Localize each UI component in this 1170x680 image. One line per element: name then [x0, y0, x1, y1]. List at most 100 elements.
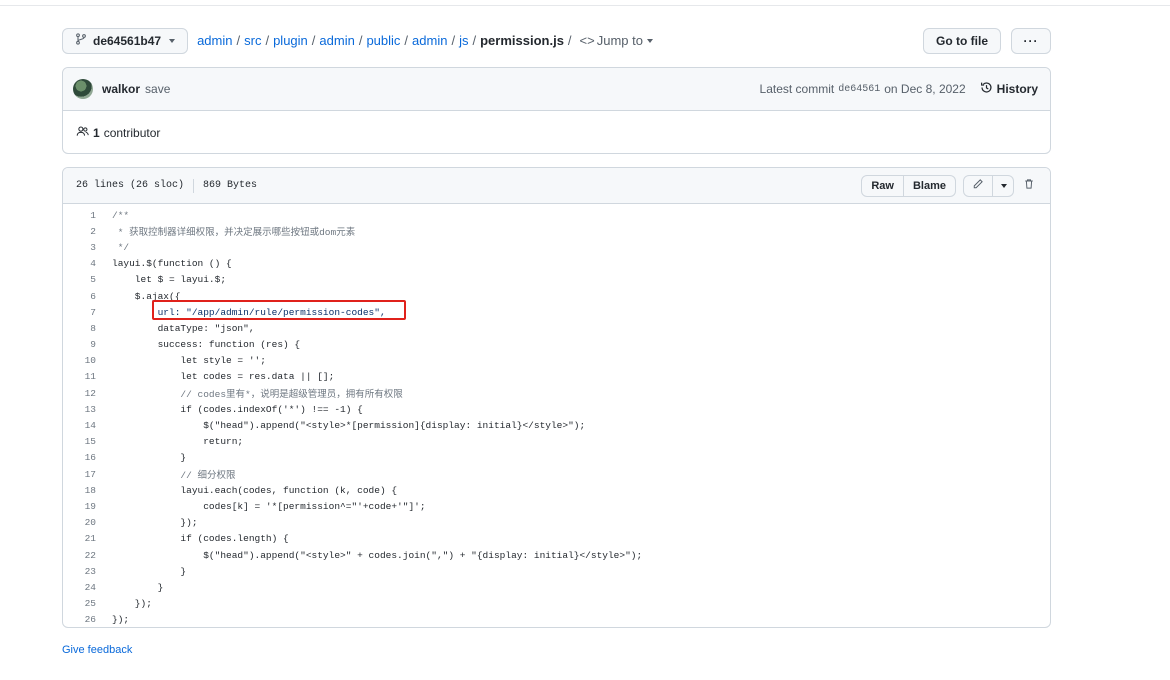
give-feedback-link[interactable]: Give feedback	[62, 644, 132, 656]
line-text: if (codes.length) {	[112, 533, 289, 545]
line-number[interactable]: 14	[63, 420, 96, 431]
line-number[interactable]: 12	[63, 388, 96, 399]
file-header: 26 lines (26 sloc) 869 Bytes Raw Blame	[63, 168, 1050, 204]
code-line: 19 codes[k] = '*[permission^="'+code+'"]…	[63, 498, 1050, 514]
line-text: // 细分权限	[112, 470, 236, 482]
line-number[interactable]: 17	[63, 469, 96, 480]
code-line: 1 /**	[63, 207, 1050, 223]
line-number[interactable]: 24	[63, 582, 96, 593]
line-text: }	[112, 452, 187, 464]
breadcrumb-link-js[interactable]: js	[459, 33, 468, 48]
code-line: 26});	[63, 612, 1050, 627]
line-number[interactable]: 18	[63, 485, 96, 496]
code-line: 15 return;	[63, 434, 1050, 450]
line-number[interactable]: 5	[63, 274, 96, 285]
latest-commit-row: walkor save Latest commit de64561 on Dec…	[63, 68, 1050, 111]
line-text: * 获取控制器详细权限，并决定展示哪些按钮或dom元素	[112, 227, 356, 239]
go-to-file-button[interactable]: Go to file	[923, 27, 1001, 54]
line-text: }	[112, 581, 164, 593]
breadcrumb-separator: /	[451, 33, 456, 48]
line-number[interactable]: 6	[63, 291, 96, 302]
line-number[interactable]: 25	[63, 598, 96, 609]
raw-blame-group: Raw Blame	[861, 174, 956, 197]
line-text: success: function (res) {	[112, 339, 301, 351]
line-text: codes[k] = '*[permission^="'+code+'"]';	[112, 500, 426, 512]
code-line: 21 if (codes.length) {	[63, 531, 1050, 547]
breadcrumb-link-plugin[interactable]: plugin	[273, 33, 308, 48]
line-number[interactable]: 15	[63, 436, 96, 447]
chevron-down-icon	[646, 38, 653, 43]
jump-to-label: Jump to	[596, 33, 643, 48]
line-text: $("head").append("<style>*[permission]{d…	[112, 420, 586, 432]
line-text: let style = '';	[112, 355, 266, 367]
code-line: 16 }	[63, 450, 1050, 466]
file-line-count: 26 lines (26 sloc)	[76, 180, 185, 191]
latest-commit-label: Latest commit	[759, 82, 835, 96]
breadcrumb-separator: /	[236, 33, 241, 48]
line-text: // codes里有*，说明是超级管理员，拥有所有权限	[112, 389, 403, 401]
line-number[interactable]: 23	[63, 566, 96, 577]
breadcrumb-link-public[interactable]: public	[366, 33, 400, 48]
line-number[interactable]: 13	[63, 404, 96, 415]
code-line: 18 layui.each(codes, function (k, code) …	[63, 482, 1050, 498]
line-number[interactable]: 9	[63, 339, 96, 350]
commit-sha[interactable]: de64561	[838, 84, 880, 95]
line-number[interactable]: 4	[63, 258, 96, 269]
line-number[interactable]: 11	[63, 371, 96, 382]
code-line: 13 if (codes.indexOf('*') !== -1) {	[63, 401, 1050, 417]
commit-info-box: walkor save Latest commit de64561 on Dec…	[62, 67, 1051, 154]
contributor-label: contributor	[103, 125, 161, 140]
blame-button[interactable]: Blame	[903, 174, 956, 197]
code-line: 2 * 获取控制器详细权限，并决定展示哪些按钮或dom元素	[63, 223, 1050, 239]
breadcrumb-link-src[interactable]: src	[244, 33, 261, 48]
header-divider	[193, 178, 195, 193]
line-number[interactable]: 7	[63, 307, 96, 318]
line-number[interactable]: 3	[63, 242, 96, 253]
file-navigation: de64561b47 admin / src / plugin / admin …	[62, 27, 1051, 54]
line-text: layui.$(function () {	[112, 258, 232, 270]
line-number[interactable]: 16	[63, 452, 96, 463]
contributor-count: 1	[93, 125, 100, 140]
line-text: });	[112, 517, 198, 529]
breadcrumb-separator: /	[358, 33, 363, 48]
line-number[interactable]: 8	[63, 323, 96, 334]
contributors-row[interactable]: 1 contributor	[63, 111, 1050, 154]
file-viewer: 26 lines (26 sloc) 869 Bytes Raw Blame 1…	[62, 167, 1051, 628]
line-number[interactable]: 2	[63, 226, 96, 237]
line-number[interactable]: 19	[63, 501, 96, 512]
line-number[interactable]: 20	[63, 517, 96, 528]
jump-to-menu[interactable]: <> Jump to	[580, 33, 653, 48]
line-number[interactable]: 22	[63, 550, 96, 561]
avatar[interactable]	[73, 79, 93, 99]
raw-button[interactable]: Raw	[861, 174, 904, 197]
line-text: $("head").append("<style>" + codes.join(…	[112, 549, 643, 561]
more-options-button[interactable]: ···	[1011, 27, 1051, 54]
breadcrumb-current-file: permission.js	[480, 33, 564, 48]
breadcrumb-link-admin-2[interactable]: admin	[412, 33, 447, 48]
edit-button[interactable]	[963, 174, 993, 197]
line-text: layui.each(codes, function (k, code) {	[112, 484, 398, 496]
history-icon	[980, 81, 993, 97]
commit-author[interactable]: walkor	[102, 82, 140, 96]
branch-select-button[interactable]: de64561b47	[62, 27, 189, 54]
breadcrumb-link-admin[interactable]: admin	[319, 33, 354, 48]
header-actions: Go to file ···	[923, 27, 1051, 54]
breadcrumb-separator: /	[265, 33, 270, 48]
line-number[interactable]: 1	[63, 210, 96, 221]
people-icon	[76, 125, 89, 141]
history-button[interactable]: History	[980, 81, 1038, 97]
line-text: });	[112, 598, 152, 610]
edit-dropdown-button[interactable]	[993, 174, 1014, 197]
line-text: });	[112, 614, 130, 626]
code-line: 4 layui.$(function () {	[63, 256, 1050, 272]
code-line: 5 let $ = layui.$;	[63, 272, 1050, 288]
commit-message[interactable]: save	[145, 82, 170, 96]
line-number[interactable]: 21	[63, 533, 96, 544]
line-number[interactable]: 10	[63, 355, 96, 366]
code-line: 3 */	[63, 239, 1050, 255]
breadcrumb-link-admin-root[interactable]: admin	[197, 33, 232, 48]
code-line: 9 success: function (res) {	[63, 337, 1050, 353]
delete-file-button[interactable]	[1018, 175, 1040, 197]
code-block: 1/** 2 * 获取控制器详细权限，并决定展示哪些按钮或dom元素 3 */ …	[63, 204, 1050, 627]
line-number[interactable]: 26	[63, 614, 96, 625]
